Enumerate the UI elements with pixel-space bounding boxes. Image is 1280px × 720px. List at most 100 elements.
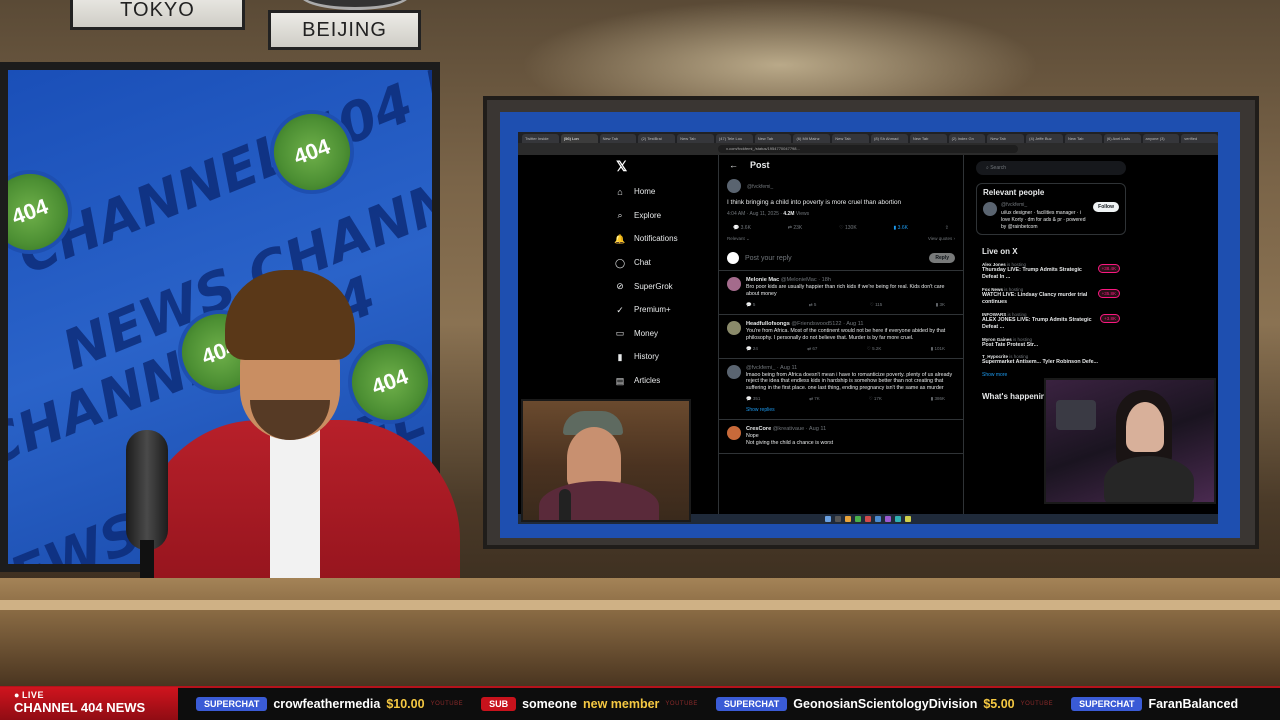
- live-item[interactable]: +3.8K INFOWARS is hosting ALEX JONES LIVE:…: [982, 312, 1120, 331]
- browser-tab[interactable]: (8) Sh Ahmad: [871, 134, 908, 143]
- live-item[interactable]: Myron Gaines is hosting Post Tate Protest…: [982, 337, 1120, 349]
- reply-name: Melonie Mac: [746, 277, 780, 283]
- browser-tab[interactable]: (6) Axel Lads: [1103, 134, 1141, 143]
- like-action[interactable]: ♡ 5.2K: [867, 346, 882, 352]
- reply-author[interactable]: CresCore @kreativaue · Aug 11: [746, 426, 955, 432]
- app-icon[interactable]: [855, 516, 861, 522]
- browser-tab[interactable]: (4) Jeffe Buz: [1026, 134, 1063, 143]
- view-quotes-link[interactable]: View quotes ›: [928, 236, 955, 242]
- search-icon[interactable]: [835, 516, 841, 522]
- reply-action[interactable]: 💬 24: [746, 346, 758, 352]
- reply-action[interactable]: 💬 5: [746, 302, 755, 308]
- x-logo-icon[interactable]: 𝕏: [616, 158, 714, 180]
- app-icon[interactable]: [885, 516, 891, 522]
- views-action[interactable]: ▮ 386K: [931, 396, 945, 402]
- browser-tab[interactable]: New Tab: [754, 134, 792, 143]
- person-handle[interactable]: @fvckfemi_: [1001, 202, 1089, 208]
- post-author[interactable]: @fvckfemi_: [719, 175, 963, 193]
- bookmark-action[interactable]: ▮ 3.6K: [894, 225, 908, 231]
- browser-tab[interactable]: (6) Mit Mainz: [793, 134, 831, 143]
- url-field[interactable]: x.com/fvckfemi_/status/1954770047798...: [718, 145, 1018, 153]
- webcam-guest-1: [521, 399, 691, 522]
- views-action[interactable]: ▮ 101K: [931, 346, 945, 352]
- live-item[interactable]: T_Hypocrite is hosting Supermarket Antise…: [982, 354, 1120, 366]
- nav-item-history[interactable]: ▮ History: [614, 345, 714, 369]
- nav-item-supergrok[interactable]: ⊘ SuperGrok: [614, 274, 714, 298]
- post-column: ← Post @fvckfemi_ I think bringing a chi…: [718, 155, 964, 524]
- nav-item-explore[interactable]: ⌕ Explore: [614, 204, 714, 228]
- action-count: 3K: [939, 301, 945, 307]
- app-icon[interactable]: [905, 516, 911, 522]
- post-handle[interactable]: @fvckfemi_: [747, 184, 773, 193]
- avatar[interactable]: [727, 364, 741, 379]
- browser-tab[interactable]: (2) TestBrai: [638, 134, 676, 143]
- like-action[interactable]: ♡ 115: [870, 302, 882, 308]
- reply-author[interactable]: Melonie Mac @MelonieMac · 18h: [746, 277, 955, 283]
- folder-icon[interactable]: [845, 516, 851, 522]
- browser-tab[interactable]: New Tab: [832, 134, 870, 143]
- browser-tab[interactable]: (47) Tele Lou: [715, 134, 753, 143]
- browser-tab-bar: Twitter Inside (56) Lon New Tab (2) TestBra…: [518, 132, 1218, 143]
- nav-item-chat[interactable]: ◯ Chat: [614, 251, 714, 275]
- nav-item-home[interactable]: ⌂ Home: [614, 180, 714, 204]
- browser-icon[interactable]: [875, 516, 881, 522]
- show-replies-link[interactable]: Show replies: [746, 407, 955, 413]
- share-icon[interactable]: ⇪: [945, 225, 949, 231]
- relevant-person[interactable]: @fvckfemi_ ui/ux designer · facilities m…: [983, 202, 1119, 230]
- avatar[interactable]: [983, 202, 997, 216]
- follow-button[interactable]: Follow: [1093, 202, 1119, 212]
- repost-action[interactable]: ⇄ 67: [807, 346, 817, 352]
- avatar[interactable]: [727, 179, 741, 193]
- app-icon[interactable]: [895, 516, 901, 522]
- live-item[interactable]: +38.4K Alex Jones is hosting Thursday LIVE…: [982, 262, 1120, 281]
- reply-author[interactable]: @fvckfemi_ · Aug 11: [746, 365, 955, 371]
- ticker-item: SUPERCHAT crowfeathermedia $10.00 YOUTUBE: [196, 697, 463, 711]
- browser-tab[interactable]: anyone (3): [1142, 134, 1180, 143]
- repost-action[interactable]: ⇄ 23K: [788, 225, 803, 231]
- reply-body: Melonie Mac @MelonieMac · 18h Bro poor ki…: [746, 277, 955, 308]
- repost-action[interactable]: ⇄ 7K: [809, 396, 820, 402]
- ticker-username: FaranBalanced: [1148, 697, 1239, 711]
- avatar[interactable]: [727, 320, 741, 335]
- nav-item-premium[interactable]: ✓ Premium+: [614, 298, 714, 322]
- nav-item-articles[interactable]: ▤ Articles: [614, 369, 714, 393]
- action-count: 351: [752, 396, 761, 402]
- reply-input[interactable]: Post your reply: [745, 255, 792, 262]
- reply-item[interactable]: Headfullofsongs @Friendswood5122 · Aug 1…: [719, 315, 963, 359]
- post-time[interactable]: 4:04 AM · Aug 11, 2025 ·: [727, 211, 782, 217]
- background-shelf: [1056, 400, 1096, 430]
- browser-tab[interactable]: New Tab: [1064, 134, 1102, 143]
- browser-tab[interactable]: (56) Lon: [560, 134, 598, 143]
- reply-author[interactable]: Headfullofsongs @Friendswood5122 · Aug 1…: [746, 321, 955, 327]
- browser-tab[interactable]: New Tab: [677, 134, 714, 143]
- search-input[interactable]: ⌕ Search: [976, 161, 1126, 175]
- browser-tab[interactable]: verified: [1181, 134, 1218, 143]
- browser-tab[interactable]: Twitter Inside: [522, 134, 559, 143]
- app-icon[interactable]: [865, 516, 871, 522]
- reply-item[interactable]: Melonie Mac @MelonieMac · 18h Bro poor ki…: [719, 271, 963, 315]
- browser-tab[interactable]: New Tab: [909, 134, 947, 143]
- views-action[interactable]: ▮ 3K: [936, 302, 945, 308]
- browser-tab[interactable]: New Tab: [987, 134, 1025, 143]
- like-action[interactable]: ♡ 17K: [869, 396, 882, 402]
- browser-tab[interactable]: (2) Index Gn: [948, 134, 986, 143]
- reply-item[interactable]: CresCore @kreativaue · Aug 11 Nope Not gi…: [719, 420, 963, 454]
- live-item[interactable]: +35.8K Fox News is hosting WATCH LIVE: Lin…: [982, 287, 1120, 306]
- like-action[interactable]: ♡ 130K: [839, 225, 857, 231]
- reply-action[interactable]: 💬 351: [746, 396, 760, 402]
- avatar[interactable]: [727, 426, 741, 441]
- nav-item-notifications[interactable]: 🔔 Notifications: [614, 227, 714, 251]
- repost-action[interactable]: ⇄ 5: [809, 302, 817, 308]
- reply-body: CresCore @kreativaue · Aug 11 Nope Not gi…: [746, 426, 955, 447]
- nav-item-money[interactable]: ▭ Money: [614, 322, 714, 346]
- views-label: Views: [795, 211, 810, 217]
- back-arrow-icon[interactable]: ←: [729, 160, 738, 170]
- start-icon[interactable]: [825, 516, 831, 522]
- reply-button[interactable]: Reply: [929, 253, 955, 263]
- browser-tab[interactable]: New Tab: [599, 134, 637, 143]
- reply-item[interactable]: @fvckfemi_ · Aug 11 lmaoo being from Afri…: [719, 359, 963, 421]
- avatar[interactable]: [727, 277, 741, 291]
- channel-name: CHANNEL 404 NEWS: [14, 700, 146, 715]
- sort-dropdown[interactable]: Relevant ⌄: [727, 236, 750, 242]
- reply-action[interactable]: 💬 3.6K: [733, 225, 751, 231]
